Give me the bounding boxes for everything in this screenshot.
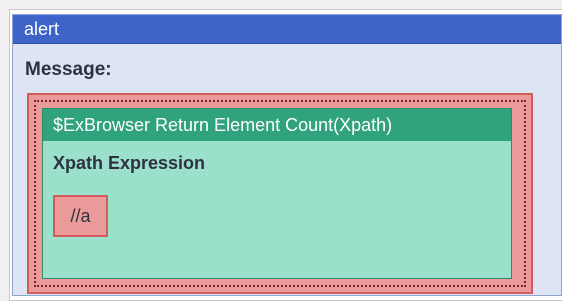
message-drop-slot[interactable]: $ExBrowser Return Element Count(Xpath) X… (27, 93, 533, 294)
xpath-expression-value[interactable]: //a (53, 195, 108, 237)
function-block-title[interactable]: $ExBrowser Return Element Count(Xpath) (43, 109, 511, 141)
function-block[interactable]: $ExBrowser Return Element Count(Xpath) X… (42, 108, 512, 279)
canvas: alert Message: $ExBrowser Return Element… (0, 0, 562, 301)
xpath-expression-label: Xpath Expression (53, 153, 206, 173)
message-slot-dotted-border: $ExBrowser Return Element Count(Xpath) X… (34, 100, 526, 287)
message-label: Message: (25, 59, 112, 80)
alert-block-title[interactable]: alert (13, 15, 561, 44)
alert-block[interactable]: alert Message: $ExBrowser Return Element… (12, 14, 562, 296)
